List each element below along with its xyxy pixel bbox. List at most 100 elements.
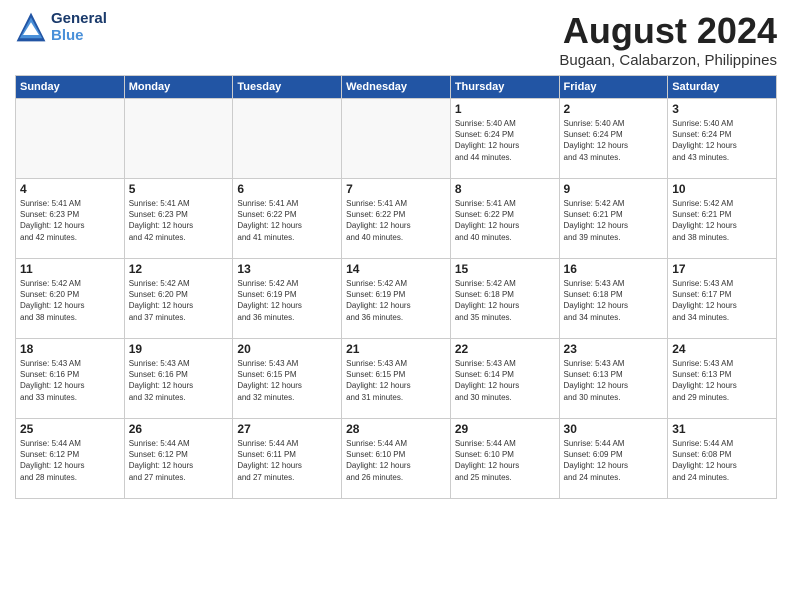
day-info: Sunrise: 5:40 AM Sunset: 6:24 PM Dayligh…: [564, 118, 664, 163]
calendar-cell: 19 Sunrise: 5:43 AM Sunset: 6:16 PM Dayli…: [124, 339, 233, 419]
day-info: Sunrise: 5:40 AM Sunset: 6:24 PM Dayligh…: [455, 118, 555, 163]
day-info: Sunrise: 5:43 AM Sunset: 6:13 PM Dayligh…: [564, 358, 664, 403]
day-number: 16: [564, 262, 664, 276]
weekday-header-row: SundayMondayTuesdayWednesdayThursdayFrid…: [16, 76, 777, 99]
calendar-cell: 27 Sunrise: 5:44 AM Sunset: 6:11 PM Dayli…: [233, 419, 342, 499]
day-number: 30: [564, 422, 664, 436]
day-number: 24: [672, 342, 772, 356]
calendar-cell: 10 Sunrise: 5:42 AM Sunset: 6:21 PM Dayli…: [668, 179, 777, 259]
day-info: Sunrise: 5:41 AM Sunset: 6:23 PM Dayligh…: [20, 198, 120, 243]
day-number: 13: [237, 262, 337, 276]
location-title: Bugaan, Calabarzon, Philippines: [559, 52, 777, 69]
day-info: Sunrise: 5:44 AM Sunset: 6:08 PM Dayligh…: [672, 438, 772, 483]
calendar-cell: 26 Sunrise: 5:44 AM Sunset: 6:12 PM Dayli…: [124, 419, 233, 499]
day-number: 28: [346, 422, 446, 436]
day-info: Sunrise: 5:42 AM Sunset: 6:19 PM Dayligh…: [237, 278, 337, 323]
calendar-cell: 4Sunrise: 5:41 AM Sunset: 6:23 PM Daylig…: [16, 179, 125, 259]
calendar-cell: 18Sunrise: 5:43 AM Sunset: 6:16 PM Dayli…: [16, 339, 125, 419]
day-number: 25: [20, 422, 120, 436]
calendar-cell: 8 Sunrise: 5:41 AM Sunset: 6:22 PM Daylig…: [450, 179, 559, 259]
weekday-header-tuesday: Tuesday: [233, 76, 342, 99]
calendar-cell: 24 Sunrise: 5:43 AM Sunset: 6:13 PM Dayli…: [668, 339, 777, 419]
day-number: 7: [346, 182, 446, 196]
day-number: 21: [346, 342, 446, 356]
calendar-cell: 6 Sunrise: 5:41 AM Sunset: 6:22 PM Daylig…: [233, 179, 342, 259]
day-number: 19: [129, 342, 229, 356]
weekday-header-saturday: Saturday: [668, 76, 777, 99]
calendar-cell: 21 Sunrise: 5:43 AM Sunset: 6:15 PM Dayli…: [342, 339, 451, 419]
calendar-cell: 5 Sunrise: 5:41 AM Sunset: 6:23 PM Daylig…: [124, 179, 233, 259]
day-info: Sunrise: 5:41 AM Sunset: 6:22 PM Dayligh…: [455, 198, 555, 243]
calendar-cell: 23 Sunrise: 5:43 AM Sunset: 6:13 PM Dayli…: [559, 339, 668, 419]
day-number: 14: [346, 262, 446, 276]
day-number: 23: [564, 342, 664, 356]
day-number: 10: [672, 182, 772, 196]
weekday-header-sunday: Sunday: [16, 76, 125, 99]
calendar-week-4: 25 Sunrise: 5:44 AM Sunset: 6:12 PM Dayli…: [16, 419, 777, 499]
day-info: Sunrise: 5:43 AM Sunset: 6:17 PM Dayligh…: [672, 278, 772, 323]
calendar-table: SundayMondayTuesdayWednesdayThursdayFrid…: [15, 75, 777, 499]
day-number: 1: [455, 102, 555, 116]
day-number: 22: [455, 342, 555, 356]
day-number: 6: [237, 182, 337, 196]
day-info: Sunrise: 5:43 AM Sunset: 6:18 PM Dayligh…: [564, 278, 664, 323]
calendar-cell: 2 Sunrise: 5:40 AM Sunset: 6:24 PM Daylig…: [559, 99, 668, 179]
day-number: 3: [672, 102, 772, 116]
day-info: Sunrise: 5:41 AM Sunset: 6:22 PM Dayligh…: [346, 198, 446, 243]
calendar-cell: 13 Sunrise: 5:42 AM Sunset: 6:19 PM Dayli…: [233, 259, 342, 339]
weekday-header-wednesday: Wednesday: [342, 76, 451, 99]
calendar-week-2: 11Sunrise: 5:42 AM Sunset: 6:20 PM Dayli…: [16, 259, 777, 339]
calendar-cell: 1 Sunrise: 5:40 AM Sunset: 6:24 PM Daylig…: [450, 99, 559, 179]
day-info: Sunrise: 5:42 AM Sunset: 6:21 PM Dayligh…: [672, 198, 772, 243]
day-info: Sunrise: 5:42 AM Sunset: 6:20 PM Dayligh…: [20, 278, 120, 323]
day-number: 18: [20, 342, 120, 356]
calendar-cell: 29Sunrise: 5:44 AM Sunset: 6:10 PM Dayli…: [450, 419, 559, 499]
calendar-cell: 11Sunrise: 5:42 AM Sunset: 6:20 PM Dayli…: [16, 259, 125, 339]
day-number: 2: [564, 102, 664, 116]
calendar-cell: 25 Sunrise: 5:44 AM Sunset: 6:12 PM Dayli…: [16, 419, 125, 499]
logo-text: General Blue: [51, 10, 107, 44]
day-info: Sunrise: 5:42 AM Sunset: 6:21 PM Dayligh…: [564, 198, 664, 243]
calendar-week-3: 18 Sunrise: 5:43 AM Sunset: 6:16 PM Dayli…: [16, 339, 777, 419]
day-info: Sunrise: 5:41 AM Sunset: 6:22 PM Dayligh…: [237, 198, 337, 243]
day-info: Sunrise: 5:42 AM Sunset: 6:20 PM Dayligh…: [129, 278, 229, 323]
calendar-cell: [16, 99, 125, 179]
logo-icon: [15, 11, 47, 43]
day-info: Sunrise: 5:43 AM Sunset: 6:15 PM Dayligh…: [237, 358, 337, 403]
calendar-cell: [233, 99, 342, 179]
day-number: 20: [237, 342, 337, 356]
calendar-cell: 15Sunrise: 5:42 AM Sunset: 6:18 PM Dayli…: [450, 259, 559, 339]
calendar-cell: [124, 99, 233, 179]
calendar-cell: [342, 99, 451, 179]
day-number: 8: [455, 182, 555, 196]
calendar-cell: 30Sunrise: 5:44 AM Sunset: 6:09 PM Dayli…: [559, 419, 668, 499]
calendar-cell: 22 Sunrise: 5:43 AM Sunset: 6:14 PM Dayli…: [450, 339, 559, 419]
calendar-cell: 31Sunrise: 5:44 AM Sunset: 6:08 PM Dayli…: [668, 419, 777, 499]
calendar-cell: 16 Sunrise: 5:43 AM Sunset: 6:18 PM Dayli…: [559, 259, 668, 339]
weekday-header-friday: Friday: [559, 76, 668, 99]
day-info: Sunrise: 5:44 AM Sunset: 6:10 PM Dayligh…: [346, 438, 446, 483]
day-number: 12: [129, 262, 229, 276]
day-info: Sunrise: 5:40 AM Sunset: 6:24 PM Dayligh…: [672, 118, 772, 163]
day-info: Sunrise: 5:44 AM Sunset: 6:12 PM Dayligh…: [20, 438, 120, 483]
calendar-cell: 12 Sunrise: 5:42 AM Sunset: 6:20 PM Dayli…: [124, 259, 233, 339]
day-number: 5: [129, 182, 229, 196]
month-title: August 2024: [559, 10, 777, 52]
calendar-cell: 9Sunrise: 5:42 AM Sunset: 6:21 PM Daylig…: [559, 179, 668, 259]
day-number: 15: [455, 262, 555, 276]
day-info: Sunrise: 5:44 AM Sunset: 6:11 PM Dayligh…: [237, 438, 337, 483]
day-info: Sunrise: 5:43 AM Sunset: 6:15 PM Dayligh…: [346, 358, 446, 403]
day-info: Sunrise: 5:42 AM Sunset: 6:19 PM Dayligh…: [346, 278, 446, 323]
day-info: Sunrise: 5:44 AM Sunset: 6:12 PM Dayligh…: [129, 438, 229, 483]
page-container: General Blue August 2024 Bugaan, Calabar…: [0, 0, 792, 509]
calendar-week-1: 4Sunrise: 5:41 AM Sunset: 6:23 PM Daylig…: [16, 179, 777, 259]
day-info: Sunrise: 5:44 AM Sunset: 6:10 PM Dayligh…: [455, 438, 555, 483]
day-info: Sunrise: 5:43 AM Sunset: 6:16 PM Dayligh…: [129, 358, 229, 403]
day-number: 27: [237, 422, 337, 436]
day-info: Sunrise: 5:41 AM Sunset: 6:23 PM Dayligh…: [129, 198, 229, 243]
logo: General Blue: [15, 10, 107, 44]
day-info: Sunrise: 5:43 AM Sunset: 6:13 PM Dayligh…: [672, 358, 772, 403]
day-info: Sunrise: 5:43 AM Sunset: 6:14 PM Dayligh…: [455, 358, 555, 403]
day-number: 26: [129, 422, 229, 436]
calendar-cell: 3 Sunrise: 5:40 AM Sunset: 6:24 PM Daylig…: [668, 99, 777, 179]
